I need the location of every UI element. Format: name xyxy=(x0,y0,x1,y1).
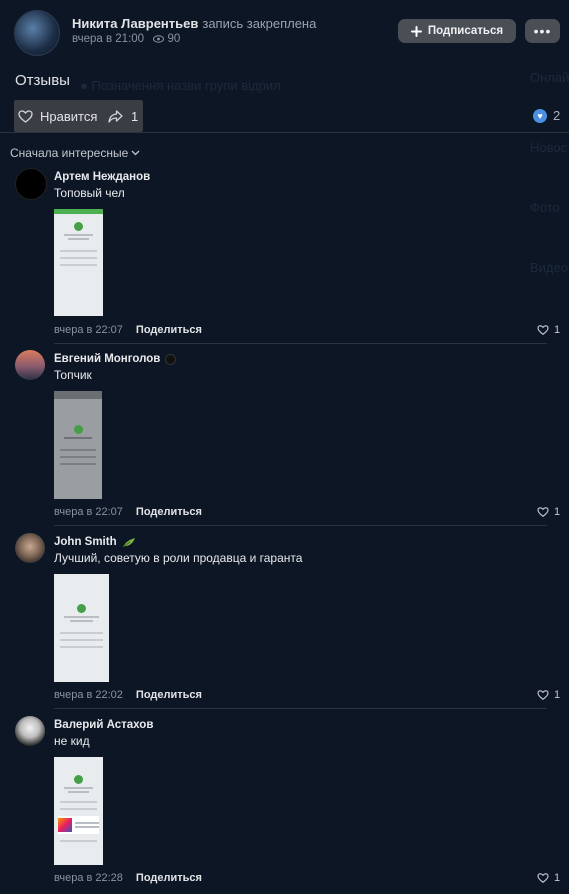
ghost-text: Видео xyxy=(530,260,568,275)
comment-like-button[interactable]: 1 xyxy=(537,506,560,518)
comment-author[interactable]: Артем Нежданов xyxy=(54,171,150,183)
heart-outline-icon xyxy=(537,690,549,700)
comment-time[interactable]: вчера в 22:28 xyxy=(54,872,123,884)
comment-time[interactable]: вчера в 22:02 xyxy=(54,689,123,701)
heart-outline-icon xyxy=(537,873,549,883)
divider xyxy=(54,343,547,344)
comment-footer: вчера в 22:28 Поделиться xyxy=(54,872,202,884)
sort-dropdown[interactable]: Сначала интересные xyxy=(10,146,140,160)
ghost-text: ● Позначення назви групи відрил xyxy=(80,78,281,93)
eye-icon xyxy=(153,35,165,43)
comment-time[interactable]: вчера в 22:07 xyxy=(54,324,123,336)
comment-author[interactable]: Евгений Монголов xyxy=(54,353,177,365)
share-arrow-icon xyxy=(108,109,123,123)
image-preview xyxy=(54,209,103,316)
leaf-icon xyxy=(122,537,135,547)
chevron-down-icon xyxy=(131,150,140,156)
share-count: 1 xyxy=(131,108,139,124)
comment-like-button[interactable]: 1 xyxy=(537,324,560,336)
ghost-text: Онлайн xyxy=(530,70,569,85)
sort-label: Сначала интересные xyxy=(10,146,129,160)
ghost-text: Новости xyxy=(530,140,569,155)
likes-total-count: 2 xyxy=(553,108,561,123)
comment-author-name[interactable]: John Smith xyxy=(54,536,117,548)
plus-icon xyxy=(410,25,422,37)
subscribe-button[interactable]: Подписаться xyxy=(398,19,516,43)
share-link[interactable]: Поделиться xyxy=(136,324,202,336)
image-preview xyxy=(54,574,109,682)
ghost-text: Фото xyxy=(530,200,560,215)
author-avatar[interactable] xyxy=(14,10,60,56)
post-header: Никита Лаврентьев запись закреплена вчера… xyxy=(0,0,569,62)
more-options-button[interactable]: ••• xyxy=(525,19,560,43)
comment-text: не кид xyxy=(54,734,90,748)
image-preview xyxy=(54,399,102,499)
like-label: Нравится xyxy=(40,108,98,124)
comment-like-count: 1 xyxy=(554,506,561,518)
comment-text: Топовый чел xyxy=(54,186,125,200)
commenter-avatar[interactable] xyxy=(15,533,45,563)
like-button[interactable]: Нравится xyxy=(18,100,97,132)
views-count: 90 xyxy=(153,33,180,45)
comment-author-name[interactable]: Евгений Монголов xyxy=(54,353,160,365)
pinned-label: запись закреплена xyxy=(202,16,317,31)
comment-like-count: 1 xyxy=(554,324,561,336)
share-link[interactable]: Поделиться xyxy=(136,506,202,518)
reaction-bar: Нравится 1 xyxy=(14,100,143,132)
share-link[interactable]: Поделиться xyxy=(136,872,202,884)
comment-image[interactable] xyxy=(54,757,103,865)
commenter-avatar[interactable] xyxy=(15,716,45,746)
heart-outline-icon xyxy=(537,507,549,517)
author-name[interactable]: Никита Лаврентьев xyxy=(72,16,198,31)
comment-like-button[interactable]: 1 xyxy=(537,872,560,884)
divider xyxy=(54,708,547,709)
comment-text: Лучший, советую в роли продавца и гарант… xyxy=(54,551,303,565)
comment-image[interactable] xyxy=(54,574,109,682)
comment-author[interactable]: Валерий Астахов xyxy=(54,719,153,731)
comment-footer: вчера в 22:07 Поделиться xyxy=(54,506,202,518)
comment-time[interactable]: вчера в 22:07 xyxy=(54,506,123,518)
comment-text: Топчик xyxy=(54,368,92,382)
heart-outline-icon xyxy=(537,325,549,335)
comment-footer: вчера в 22:07 Поделиться xyxy=(54,324,202,336)
post-title: Отзывы xyxy=(15,72,70,89)
heart-outline-icon xyxy=(18,109,33,123)
share-button[interactable]: 1 xyxy=(108,100,138,132)
image-preview xyxy=(54,757,103,865)
views-value: 90 xyxy=(167,33,181,45)
comment-like-button[interactable]: 1 xyxy=(537,689,560,701)
comment-author[interactable]: John Smith xyxy=(54,536,136,548)
heart-icon: ♥ xyxy=(533,108,547,123)
likes-summary[interactable]: ♥ 2 xyxy=(533,108,560,123)
comment-image[interactable] xyxy=(54,209,103,316)
comment-footer: вчера в 22:02 Поделиться xyxy=(54,689,202,701)
more-dots-icon: ••• xyxy=(533,23,552,39)
divider xyxy=(54,525,547,526)
post-meta: вчера в 21:00 90 xyxy=(72,33,180,45)
post-time[interactable]: вчера в 21:00 xyxy=(72,33,144,45)
subscribe-label: Подписаться xyxy=(427,25,504,37)
commenter-avatar[interactable] xyxy=(15,350,45,380)
commenter-avatar[interactable] xyxy=(15,168,47,200)
post-author[interactable]: Никита Лаврентьев запись закреплена xyxy=(72,16,316,31)
comment-like-count: 1 xyxy=(554,689,561,701)
black-circle-icon xyxy=(165,353,177,365)
comment-image[interactable] xyxy=(54,391,102,499)
comment-like-count: 1 xyxy=(554,872,561,884)
divider xyxy=(0,132,569,133)
share-link[interactable]: Поделиться xyxy=(136,689,202,701)
